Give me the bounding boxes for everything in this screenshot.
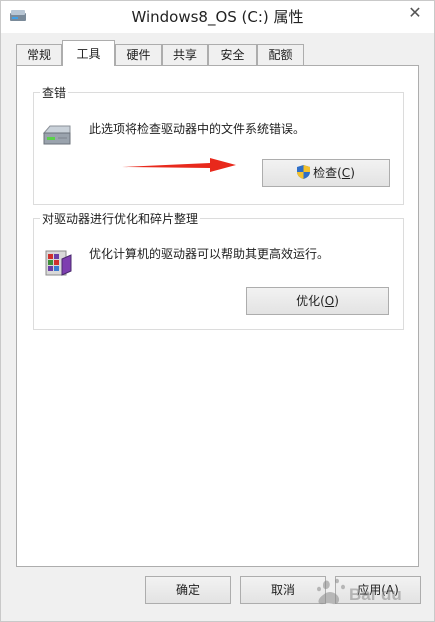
check-button-hotkey: C [341, 166, 351, 180]
svg-text:du: du [381, 585, 402, 604]
tools-tab-panel: 查错 此选项将检查驱动器中的文件系统错误。 检查(C) 对驱动器进行优化和碎片整… [16, 65, 419, 567]
optimize-description: 优化计算机的驱动器可以帮助其更高效运行。 [89, 247, 330, 261]
tab-hardware[interactable]: 硬件 [115, 44, 162, 65]
optimize-button-label: 优化( [296, 294, 325, 308]
title-bar[interactable]: Windows8_OS (C:) 属性 ✕ [1, 1, 434, 33]
tab-sharing[interactable]: 共享 [162, 44, 208, 65]
drive-icon [42, 123, 72, 149]
tab-tools[interactable]: 工具 [62, 40, 115, 66]
svg-text:Bai: Bai [349, 585, 375, 604]
uac-shield-icon [297, 165, 311, 179]
tab-general[interactable]: 常规 [16, 44, 62, 65]
optimize-button-hotkey: O [324, 294, 335, 308]
tab-security[interactable]: 安全 [208, 44, 257, 65]
close-icon: ✕ [408, 3, 422, 22]
red-arrow-annotation [122, 158, 236, 172]
check-button-suffix: ) [350, 166, 355, 180]
optimize-button-suffix: ) [334, 294, 339, 308]
properties-window: Windows8_OS (C:) 属性 ✕ 常规 工具 硬件 共享 安全 配额 … [0, 0, 435, 622]
check-button[interactable]: 检查(C) [262, 159, 390, 187]
watermark-logo: Bai du [317, 578, 402, 605]
optimize-group-label: 对驱动器进行优化和碎片整理 [40, 210, 201, 227]
window-title: Windows8_OS (C:) 属性 [131, 8, 304, 26]
close-button[interactable]: ✕ [402, 3, 428, 23]
tab-quota[interactable]: 配额 [257, 44, 304, 65]
optimize-button[interactable]: 优化(O) [246, 287, 389, 315]
optimize-group: 对驱动器进行优化和碎片整理 优化计算机的驱动器可以帮助其更高效运行。 优化(O) [33, 210, 404, 330]
defrag-icon [44, 247, 74, 279]
error-check-group: 查错 此选项将检查驱动器中的文件系统错误。 检查(C) [33, 84, 404, 205]
error-check-group-label: 查错 [40, 84, 69, 101]
check-button-label: 检查( [313, 166, 342, 180]
error-check-description: 此选项将检查驱动器中的文件系统错误。 [89, 122, 306, 136]
ok-button[interactable]: 确定 [145, 576, 231, 604]
